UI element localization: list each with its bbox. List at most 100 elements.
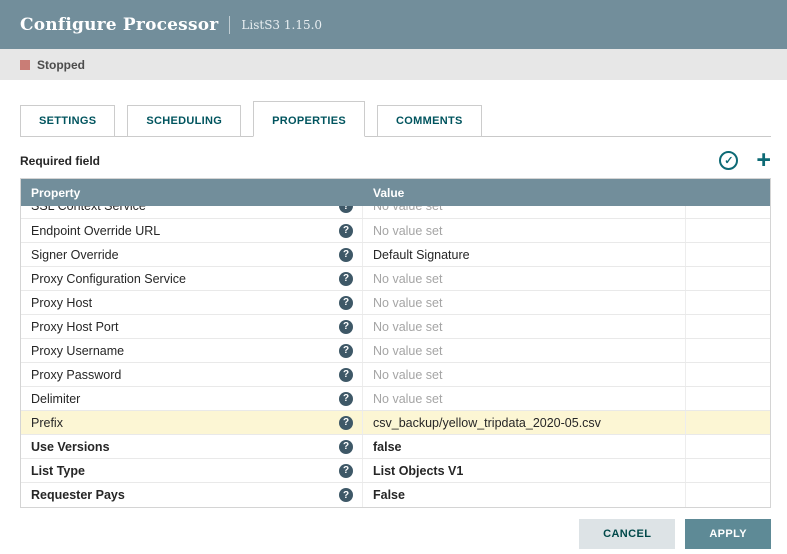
property-value: No value set bbox=[373, 368, 442, 382]
property-name: Use Versions bbox=[31, 440, 339, 454]
row-spacer bbox=[686, 435, 770, 458]
verify-properties-icon[interactable]: ✓ bbox=[719, 151, 738, 170]
help-icon[interactable]: ? bbox=[339, 368, 353, 382]
property-value: No value set bbox=[373, 272, 442, 286]
property-name-cell: List Type? bbox=[21, 459, 363, 482]
add-property-icon[interactable]: + bbox=[756, 151, 771, 170]
property-value-cell[interactable]: List Objects V1 bbox=[363, 459, 686, 482]
property-name-cell: Prefix? bbox=[21, 411, 363, 434]
property-table-header: Property Value bbox=[21, 179, 770, 206]
help-icon[interactable]: ? bbox=[339, 416, 353, 430]
property-name: Proxy Password bbox=[31, 368, 339, 382]
property-name: Signer Override bbox=[31, 248, 339, 262]
property-value-cell[interactable]: csv_backup/yellow_tripdata_2020-05.csv bbox=[363, 411, 686, 434]
property-name-cell: Proxy Username? bbox=[21, 339, 363, 362]
property-value-cell[interactable]: No value set bbox=[363, 339, 686, 362]
property-value-cell[interactable]: Default Signature bbox=[363, 243, 686, 266]
dialog-title: Configure Processor bbox=[20, 15, 218, 35]
property-value-cell[interactable]: No value set bbox=[363, 387, 686, 410]
table-row[interactable]: Prefix? csv_backup/yellow_tripdata_2020-0… bbox=[21, 411, 770, 435]
property-name-cell: Signer Override? bbox=[21, 243, 363, 266]
column-header-value: Value bbox=[363, 186, 686, 200]
row-spacer bbox=[686, 483, 770, 507]
row-spacer bbox=[686, 243, 770, 266]
help-icon[interactable]: ? bbox=[339, 272, 353, 286]
dialog-footer: CANCEL APPLY bbox=[579, 519, 771, 549]
required-field-label: Required field bbox=[20, 154, 719, 168]
property-name: List Type bbox=[31, 464, 339, 478]
help-icon[interactable]: ? bbox=[339, 464, 353, 478]
tab-settings[interactable]: SETTINGS bbox=[20, 105, 115, 137]
property-name-cell: SSL Context Service? bbox=[21, 206, 363, 218]
property-value: No value set bbox=[373, 344, 442, 358]
property-name: Proxy Host Port bbox=[31, 320, 339, 334]
row-spacer bbox=[686, 411, 770, 434]
property-table-body: SSL Context Service?No value setEndpoint… bbox=[21, 206, 770, 507]
help-icon[interactable]: ? bbox=[339, 392, 353, 406]
row-spacer bbox=[686, 291, 770, 314]
tab-properties[interactable]: PROPERTIES bbox=[253, 101, 365, 137]
table-row[interactable]: Endpoint Override URL? No value set bbox=[21, 219, 770, 243]
tab-scheduling[interactable]: SCHEDULING bbox=[127, 105, 241, 137]
title-divider bbox=[229, 16, 230, 34]
property-name: Requester Pays bbox=[31, 488, 339, 502]
property-name: Proxy Username bbox=[31, 344, 339, 358]
table-row[interactable]: Proxy Host?No value set bbox=[21, 291, 770, 315]
property-table: Property Value SSL Context Service?No va… bbox=[20, 178, 771, 508]
property-value: No value set bbox=[373, 224, 442, 238]
property-value-cell[interactable]: No value set bbox=[363, 206, 686, 218]
help-icon[interactable]: ? bbox=[339, 296, 353, 310]
property-name-cell: Endpoint Override URL? bbox=[21, 219, 363, 242]
row-spacer bbox=[686, 459, 770, 482]
property-value-cell[interactable]: false bbox=[363, 435, 686, 458]
table-row[interactable]: SSL Context Service?No value set bbox=[21, 206, 770, 219]
apply-button[interactable]: APPLY bbox=[685, 519, 771, 549]
row-spacer bbox=[686, 339, 770, 362]
table-row[interactable]: Proxy Password? No value set bbox=[21, 363, 770, 387]
cancel-button[interactable]: CANCEL bbox=[579, 519, 675, 549]
row-spacer bbox=[686, 206, 770, 218]
tab-comments[interactable]: COMMENTS bbox=[377, 105, 482, 137]
property-value-cell[interactable]: No value set bbox=[363, 291, 686, 314]
property-name-cell: Proxy Configuration Service? bbox=[21, 267, 363, 290]
help-icon[interactable]: ? bbox=[339, 440, 353, 454]
row-spacer bbox=[686, 267, 770, 290]
property-name: SSL Context Service bbox=[31, 206, 339, 213]
property-value: List Objects V1 bbox=[373, 464, 463, 478]
table-row[interactable]: Signer Override?Default Signature bbox=[21, 243, 770, 267]
properties-toolbar: Required field ✓ + bbox=[20, 151, 771, 170]
table-row[interactable]: Proxy Host Port? No value set bbox=[21, 315, 770, 339]
property-name-cell: Use Versions? bbox=[21, 435, 363, 458]
help-icon[interactable]: ? bbox=[339, 248, 353, 262]
column-header-property: Property bbox=[21, 186, 363, 200]
help-icon[interactable]: ? bbox=[339, 224, 353, 238]
help-icon[interactable]: ? bbox=[339, 320, 353, 334]
table-row[interactable]: Use Versions? false bbox=[21, 435, 770, 459]
row-spacer bbox=[686, 387, 770, 410]
status-label: Stopped bbox=[37, 58, 85, 72]
table-row[interactable]: Proxy Configuration Service? No value set bbox=[21, 267, 770, 291]
tabs: SETTINGS SCHEDULING PROPERTIES COMMENTS bbox=[20, 101, 771, 137]
table-row[interactable]: Delimiter?No value set bbox=[21, 387, 770, 411]
property-value-cell[interactable]: No value set bbox=[363, 315, 686, 338]
help-icon[interactable]: ? bbox=[339, 206, 353, 213]
property-value-cell[interactable]: False bbox=[363, 483, 686, 507]
processor-type-version: ListS3 1.15.0 bbox=[241, 18, 322, 32]
property-name-cell: Proxy Host? bbox=[21, 291, 363, 314]
property-value: csv_backup/yellow_tripdata_2020-05.csv bbox=[373, 416, 601, 430]
property-name: Proxy Host bbox=[31, 296, 339, 310]
property-name-cell: Proxy Host Port? bbox=[21, 315, 363, 338]
table-row[interactable]: List Type? List Objects V1 bbox=[21, 459, 770, 483]
row-spacer bbox=[686, 315, 770, 338]
property-value-cell[interactable]: No value set bbox=[363, 267, 686, 290]
help-icon[interactable]: ? bbox=[339, 344, 353, 358]
property-name: Endpoint Override URL bbox=[31, 224, 339, 238]
property-value-cell[interactable]: No value set bbox=[363, 219, 686, 242]
property-value: false bbox=[373, 440, 402, 454]
table-row[interactable]: Proxy Username? No value set bbox=[21, 339, 770, 363]
property-value: No value set bbox=[373, 320, 442, 334]
help-icon[interactable]: ? bbox=[339, 488, 353, 502]
property-value-cell[interactable]: No value set bbox=[363, 363, 686, 386]
table-row[interactable]: Requester Pays? False bbox=[21, 483, 770, 507]
row-spacer bbox=[686, 363, 770, 386]
